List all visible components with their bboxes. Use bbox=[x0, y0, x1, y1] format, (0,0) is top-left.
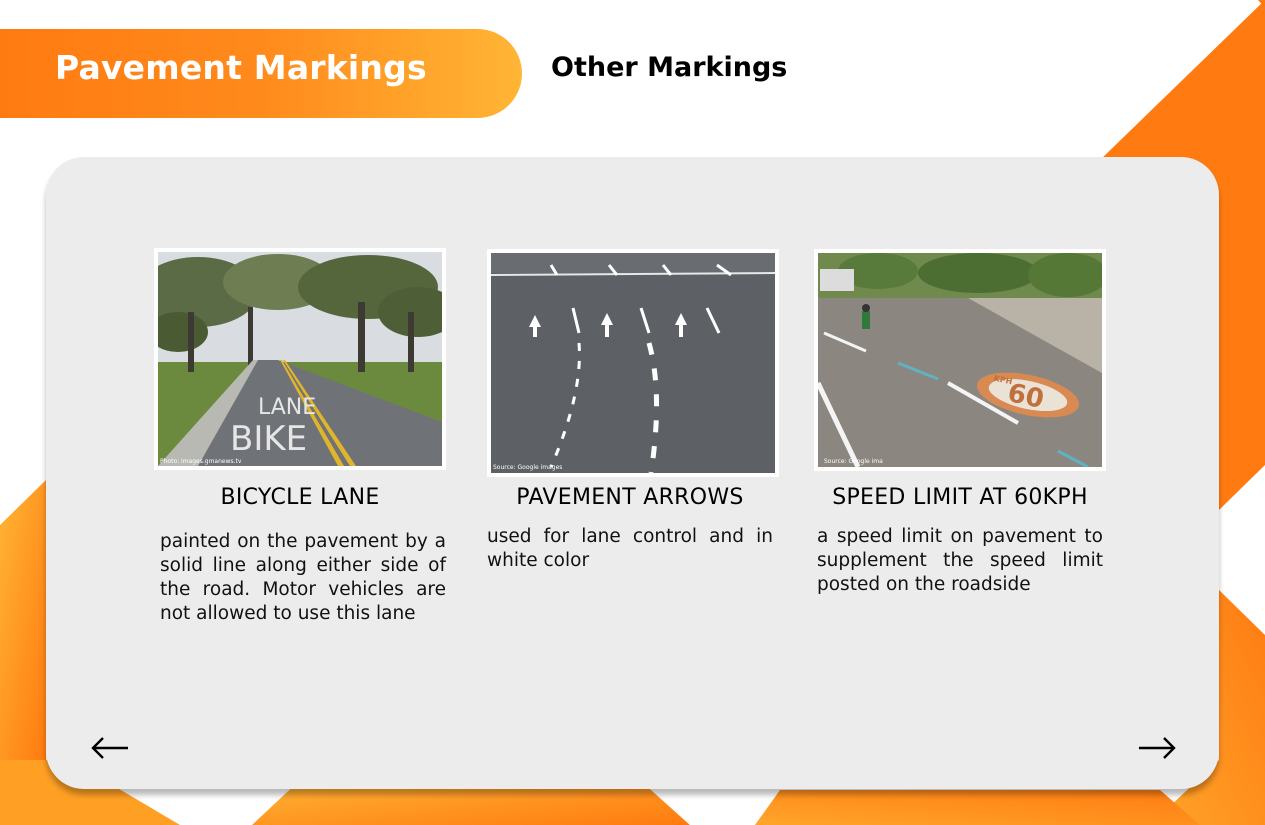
pavement-arrows-photo: Source: Google images bbox=[487, 249, 779, 477]
arrow-right-icon bbox=[1139, 737, 1176, 759]
photo-caption: Source: Google images bbox=[493, 464, 562, 471]
pavement-arrows-title: PAVEMENT ARROWS bbox=[516, 485, 744, 510]
bicycle-lane-photo: LANE BIKE Photo: images.gmanews.tv bbox=[154, 248, 446, 470]
pavement-arrows-description: used for lane control and in white color bbox=[487, 526, 773, 571]
prev-button[interactable] bbox=[90, 735, 130, 761]
bicycle-lane-title: BICYCLE LANE bbox=[220, 485, 380, 510]
speed-limit-description: a speed limit on pavement to supplement … bbox=[817, 526, 1103, 595]
pavement-text-lane: LANE bbox=[258, 395, 316, 420]
photo-caption: Source: Google ima bbox=[824, 458, 883, 465]
next-button[interactable] bbox=[1137, 735, 1177, 761]
photo-caption: Photo: images.gmanews.tv bbox=[160, 458, 242, 465]
bicycle-lane-description: painted on the pavement by a solid line … bbox=[160, 531, 446, 624]
content-card: LANE BIKE Photo: images.gmanews.tv BICYC… bbox=[46, 157, 1219, 789]
speed-limit-title: SPEED LIMIT AT 60KPH bbox=[832, 485, 1088, 510]
pavement-text-bike: BIKE bbox=[230, 419, 307, 459]
page-subtitle: Other Markings bbox=[551, 52, 788, 83]
speed-limit-photo: 60 KPH Source: Google ima bbox=[814, 249, 1106, 471]
arrow-left-icon bbox=[91, 737, 128, 759]
page-title: Pavement Markings bbox=[55, 48, 427, 87]
